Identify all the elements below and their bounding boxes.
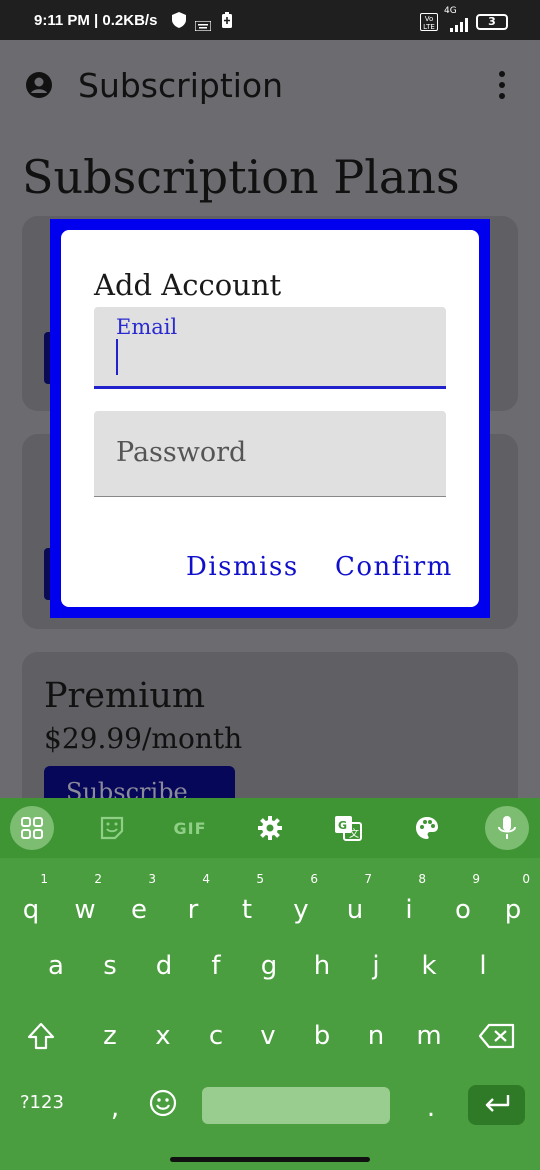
svg-text:文: 文 xyxy=(349,827,359,840)
key-w[interactable]: w2 xyxy=(58,872,112,938)
key-a[interactable]: a xyxy=(29,938,83,994)
status-time: 9:11 PM | 0.2KB/s xyxy=(34,12,158,29)
key-label: t xyxy=(241,895,253,925)
key-period[interactable]: . xyxy=(404,1080,458,1136)
key-j[interactable]: j xyxy=(349,938,403,994)
app-bar: Subscription xyxy=(0,40,540,132)
key-hint: 0 xyxy=(522,872,530,886)
key-t[interactable]: t5 xyxy=(220,872,274,938)
key-b[interactable]: b xyxy=(295,1008,349,1064)
key-hint: 8 xyxy=(418,872,426,886)
key-hint: 2 xyxy=(94,872,102,886)
key-label: u xyxy=(346,895,364,925)
key-hint: 6 xyxy=(310,872,318,886)
key-v[interactable]: v xyxy=(241,1008,295,1064)
status-right: Vo LTE 4G 3 xyxy=(420,6,508,32)
key-x[interactable]: x xyxy=(136,1008,190,1064)
translate-icon[interactable]: G文 xyxy=(326,806,370,850)
key-c[interactable]: c xyxy=(189,1008,243,1064)
key-hint: 3 xyxy=(148,872,156,886)
key-f[interactable]: f xyxy=(189,938,243,994)
key-u[interactable]: u7 xyxy=(328,872,382,938)
space-bar[interactable] xyxy=(202,1087,390,1124)
soft-keyboard: GIF G文 q1 w2 e3 r4 t5 y6 u7 i8 o9 p0 a s… xyxy=(0,798,540,1170)
battery-level: 3 xyxy=(488,15,496,28)
palette-icon[interactable] xyxy=(405,806,449,850)
key-h[interactable]: h xyxy=(295,938,349,994)
key-n[interactable]: n xyxy=(349,1008,403,1064)
plan-price: $29.99/month xyxy=(44,722,243,755)
key-i[interactable]: i8 xyxy=(382,872,436,938)
vpn-shield-icon xyxy=(172,12,186,32)
key-m[interactable]: m xyxy=(402,1008,456,1064)
shift-icon[interactable] xyxy=(14,1008,68,1064)
backspace-icon[interactable] xyxy=(470,1008,524,1064)
symbols-key[interactable]: ?123 xyxy=(20,1092,64,1113)
mic-icon[interactable] xyxy=(485,806,529,850)
gif-label: GIF xyxy=(173,818,207,838)
overflow-menu-icon[interactable] xyxy=(498,70,506,100)
network-type: 4G xyxy=(444,6,457,16)
key-hint: 7 xyxy=(364,872,372,886)
enter-key[interactable] xyxy=(468,1085,525,1125)
battery-saver-icon xyxy=(221,12,233,32)
key-label: o xyxy=(455,895,471,925)
gesture-nav-bar[interactable] xyxy=(170,1157,370,1162)
keyboard-status-icon xyxy=(194,16,212,35)
key-label: r xyxy=(187,895,199,925)
text-cursor xyxy=(116,339,118,375)
key-hint: 4 xyxy=(202,872,210,886)
account-circle-icon[interactable] xyxy=(26,72,52,98)
volte-badge: Vo LTE xyxy=(420,13,438,31)
key-q[interactable]: q1 xyxy=(4,872,58,938)
key-y[interactable]: y6 xyxy=(274,872,328,938)
enter-icon xyxy=(483,1093,511,1117)
key-label: p xyxy=(504,895,522,925)
gif-button[interactable]: GIF xyxy=(168,806,212,850)
page-heading: Subscription Plans xyxy=(22,150,460,204)
plan-name: Premium xyxy=(44,676,206,716)
dismiss-button[interactable]: Dismiss xyxy=(186,552,299,582)
key-d[interactable]: d xyxy=(137,938,191,994)
key-label: y xyxy=(293,895,309,925)
key-l[interactable]: l xyxy=(456,938,510,994)
key-hint: 1 xyxy=(40,872,48,886)
key-label: w xyxy=(74,895,96,925)
keyboard-toolbar: GIF G文 xyxy=(0,798,540,858)
apps-icon[interactable] xyxy=(10,806,54,850)
key-label: i xyxy=(405,895,413,925)
add-account-dialog: Add Account Email Password Dismiss Confi… xyxy=(61,230,479,607)
key-k[interactable]: k xyxy=(402,938,456,994)
key-z[interactable]: z xyxy=(83,1008,137,1064)
key-comma[interactable]: , xyxy=(88,1080,142,1136)
key-o[interactable]: o9 xyxy=(436,872,490,938)
email-field[interactable]: Email xyxy=(94,307,446,389)
svg-text:G: G xyxy=(338,819,347,832)
key-g[interactable]: g xyxy=(242,938,296,994)
sticker-icon[interactable] xyxy=(90,806,134,850)
key-hint: 9 xyxy=(472,872,480,886)
battery-icon: 3 xyxy=(476,14,508,30)
dialog-title: Add Account xyxy=(94,268,282,302)
confirm-button[interactable]: Confirm xyxy=(335,552,453,582)
status-bar: 9:11 PM | 0.2KB/s Vo LTE 4G 3 xyxy=(0,0,540,40)
key-e[interactable]: e3 xyxy=(112,872,166,938)
key-hint: 5 xyxy=(256,872,264,886)
password-placeholder: Password xyxy=(116,437,247,468)
key-label: q xyxy=(22,895,40,925)
key-p[interactable]: p0 xyxy=(486,872,540,938)
app-title: Subscription xyxy=(78,66,284,105)
key-r[interactable]: r4 xyxy=(166,872,220,938)
dialog-highlight-frame: Add Account Email Password Dismiss Confi… xyxy=(50,219,490,618)
key-label: e xyxy=(131,895,147,925)
gear-icon[interactable] xyxy=(248,806,292,850)
email-label: Email xyxy=(116,315,178,339)
key-s[interactable]: s xyxy=(83,938,137,994)
password-field[interactable]: Password xyxy=(94,411,446,497)
emoji-icon[interactable] xyxy=(136,1075,190,1131)
signal-icon: 4G xyxy=(444,6,470,32)
